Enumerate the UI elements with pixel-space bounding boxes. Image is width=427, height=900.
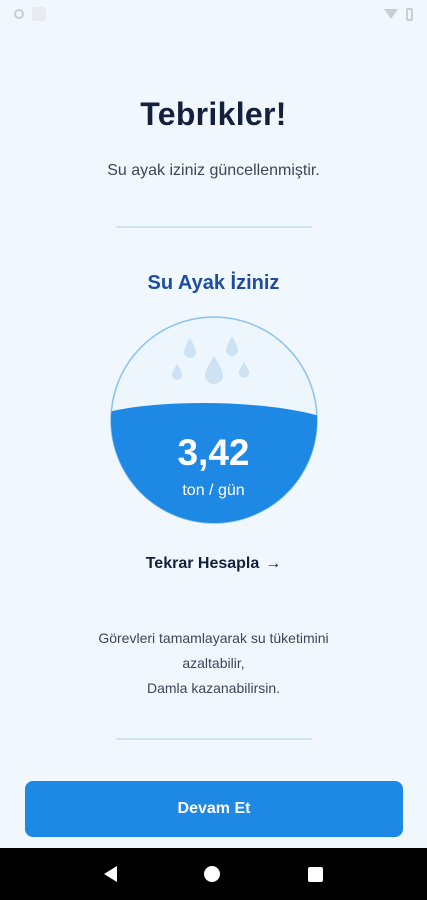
back-icon[interactable] xyxy=(103,866,117,882)
notification-icon xyxy=(14,9,24,19)
section-title: Su Ayak İziniz xyxy=(147,272,280,294)
footprint-value: 3,42 xyxy=(177,432,250,473)
battery-icon xyxy=(406,7,413,21)
status-left xyxy=(14,7,46,21)
wifi-icon xyxy=(384,9,398,19)
continue-button[interactable]: Devam Et xyxy=(25,781,403,837)
page-title: Tebrikler! xyxy=(140,96,287,132)
info-text: Görevleri tamamlayarak su tüketimini aza… xyxy=(60,626,367,701)
page-subtitle: Su ayak iziniz güncellenmiştir. xyxy=(107,162,320,179)
status-right xyxy=(384,7,413,21)
recent-apps-icon[interactable] xyxy=(308,866,324,882)
home-icon[interactable] xyxy=(204,866,221,882)
info-line: azaltabilir, xyxy=(182,655,245,671)
system-navigation-bar xyxy=(0,848,427,900)
info-line: Damla kazanabilirsin. xyxy=(146,680,281,696)
bottom-divider xyxy=(116,738,312,740)
app-notification-icon xyxy=(32,7,46,21)
arrow-right-icon: → xyxy=(265,555,282,572)
status-bar xyxy=(0,0,427,28)
recalculate-link[interactable]: Tekrar Hesapla → xyxy=(0,555,427,573)
footprint-unit: ton / gün xyxy=(182,482,245,499)
top-divider xyxy=(116,226,312,228)
info-line: Görevleri tamamlayarak su tüketimini xyxy=(98,630,329,646)
recalculate-label: Tekrar Hesapla xyxy=(145,555,260,572)
